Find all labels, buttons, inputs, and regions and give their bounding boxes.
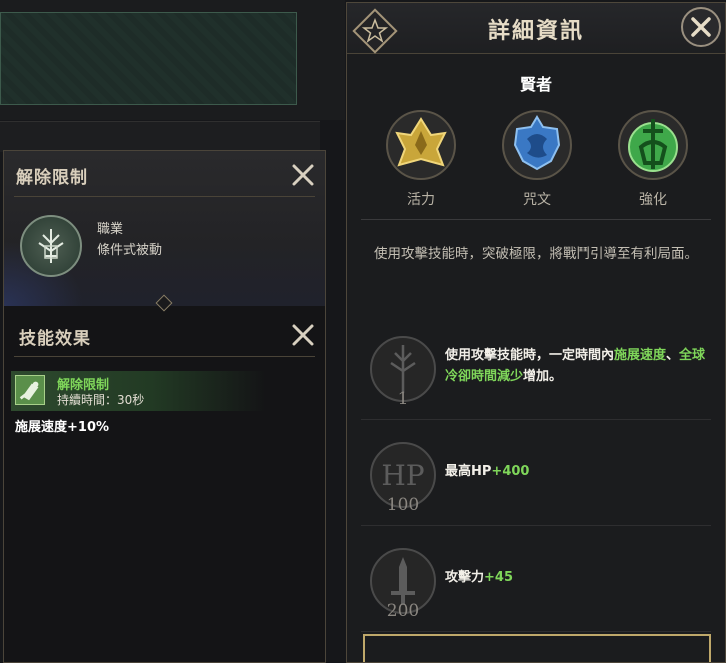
attribute-label: 咒文 <box>523 192 551 208</box>
buff-effect: 施展速度+10% <box>15 420 110 435</box>
close-effect-button[interactable] <box>289 321 317 349</box>
divider <box>361 219 711 220</box>
bonus-row-selected[interactable] <box>363 634 711 662</box>
bonus-row[interactable]: HP 100 最高HP+400 <box>361 427 711 526</box>
skill-tooltip-panel: 解除限制 職業 條件式被動 技能效果 解除限制 持續時間：30秒 施展速度+10… <box>3 150 326 663</box>
close-icon <box>292 164 314 186</box>
bonus-level: 1 <box>397 389 409 409</box>
skill-type: 條件式被動 <box>97 243 163 258</box>
background-strip <box>0 121 320 152</box>
close-icon <box>292 324 314 346</box>
bonus-row[interactable]: 200 攻擊力+45 <box>361 533 711 632</box>
bonus-text: 最高HP+400 <box>445 461 529 482</box>
divider <box>14 196 315 197</box>
bonus-label: 攻擊力 <box>445 570 485 585</box>
divider <box>14 356 315 357</box>
bonus-row[interactable]: 1 使用攻擊技能時，一定時間內施展速度、全球冷卻時間減少增加。 <box>361 321 711 420</box>
skill-title: 解除限制 <box>16 168 88 188</box>
attribute-vitality[interactable]: 活力 <box>381 107 461 209</box>
attribute-label: 強化 <box>639 192 667 208</box>
close-details-button[interactable] <box>681 7 721 47</box>
skill-tooltip-header: 解除限制 職業 條件式被動 <box>4 151 325 306</box>
class-description: 使用攻擊技能時，突破極限，將戰鬥引導至有利局面。 <box>374 246 698 262</box>
bonus-highlight: 施展速度 <box>614 348 667 363</box>
staff-icon <box>38 229 64 263</box>
details-header: 詳細資訊 <box>347 3 725 54</box>
close-skill-tooltip-button[interactable] <box>289 161 317 189</box>
attribute-spell[interactable]: 咒文 <box>497 107 577 209</box>
skill-icon <box>20 215 82 277</box>
bonus-text: 使用攻擊技能時，一定時間內施展速度、全球冷卻時間減少增加。 <box>445 345 715 387</box>
gauntlet-icon <box>19 381 39 401</box>
bonus-text-part: 使用攻擊技能時，一定時間內 <box>445 348 615 363</box>
section-title: 技能效果 <box>19 329 91 349</box>
background-banner <box>0 12 297 105</box>
spell-icon <box>502 110 572 180</box>
bonus-text-part: 增加。 <box>523 369 563 384</box>
attribute-label: 活力 <box>407 192 435 208</box>
bonus-text-part: 、 <box>666 348 680 363</box>
bonus-level: 200 <box>386 601 420 621</box>
buff-duration: 持續時間：30秒 <box>57 393 145 407</box>
bonus-level: 100 <box>386 495 420 515</box>
bonus-label: 最高HP <box>445 464 492 479</box>
enhance-icon <box>618 110 688 180</box>
close-icon <box>691 17 711 37</box>
bonus-value: +400 <box>491 464 530 479</box>
buff-row: 解除限制 持續時間：30秒 <box>11 371 266 411</box>
skill-category: 職業 <box>97 222 124 237</box>
buff-icon <box>15 375 45 405</box>
bonus-value: +45 <box>484 570 513 585</box>
class-name: 賢者 <box>519 75 552 94</box>
details-panel: 詳細資訊 賢者 活力 咒文 強化 使用攻擊技能時，突破極限，將戰鬥引導至有利局面… <box>346 2 726 663</box>
details-title: 詳細資訊 <box>487 19 584 44</box>
svg-text:HP: HP <box>381 459 424 492</box>
bonus-text: 攻擊力+45 <box>445 567 513 588</box>
vitality-icon <box>386 110 456 180</box>
attribute-enhance[interactable]: 強化 <box>613 107 693 209</box>
